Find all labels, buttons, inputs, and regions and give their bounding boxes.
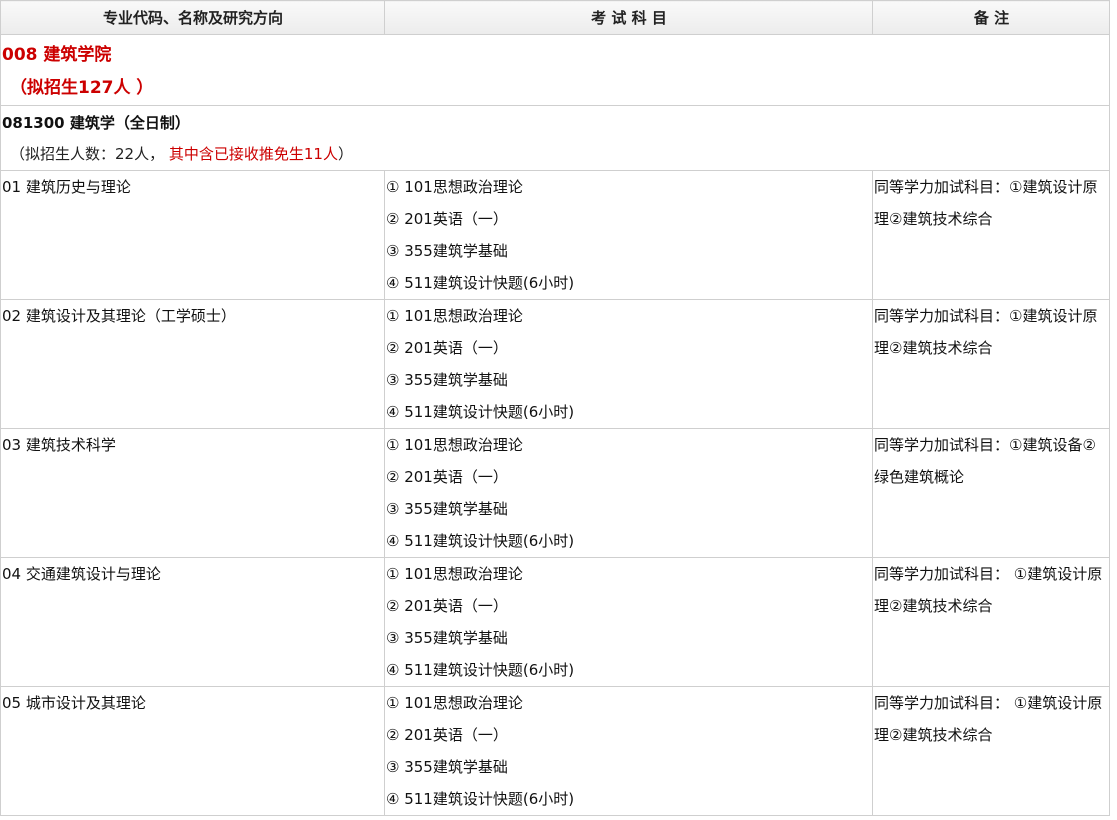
major-name: 081300 建筑学（全日制）: [2, 114, 190, 132]
header-major: 专业代码、名称及研究方向: [0, 0, 385, 35]
direction-name: 05 城市设计及其理论: [0, 686, 385, 816]
direction-subjects: ① 101思想政治理论 ② 201英语（一） ③ 355建筑学基础 ④ 511建…: [384, 428, 873, 558]
table-row: 02 建筑设计及其理论（工学硕士） ① 101思想政治理论 ② 201英语（一）…: [0, 299, 1110, 429]
direction-note: 同等学力加试科目： ①建筑设计原理②建筑技术综合: [872, 557, 1110, 687]
direction-note: 同等学力加试科目： ①建筑设计原理②建筑技术综合: [872, 686, 1110, 816]
direction-subjects: ① 101思想政治理论 ② 201英语（一） ③ 355建筑学基础 ④ 511建…: [384, 557, 873, 687]
subject-item: ① 101思想政治理论: [386, 436, 523, 454]
subject-item: ① 101思想政治理论: [386, 307, 523, 325]
subject-item: ② 201英语（一）: [386, 468, 508, 486]
table-row: 01 建筑历史与理论 ① 101思想政治理论 ② 201英语（一） ③ 355建…: [0, 170, 1110, 300]
subject-item: ① 101思想政治理论: [386, 694, 523, 712]
subject-item: ② 201英语（一）: [386, 210, 508, 228]
header-notes: 备 注: [872, 0, 1110, 35]
major-quota-suffix: ）: [337, 145, 353, 163]
subject-item: ③ 355建筑学基础: [386, 500, 508, 518]
subject-item: ④ 511建筑设计快题(6小时): [386, 532, 575, 550]
table-row: 05 城市设计及其理论 ① 101思想政治理论 ② 201英语（一） ③ 355…: [0, 686, 1110, 816]
subject-item: ③ 355建筑学基础: [386, 758, 508, 776]
table-row: 04 交通建筑设计与理论 ① 101思想政治理论 ② 201英语（一） ③ 35…: [0, 557, 1110, 687]
direction-subjects: ① 101思想政治理论 ② 201英语（一） ③ 355建筑学基础 ④ 511建…: [384, 299, 873, 429]
direction-name: 04 交通建筑设计与理论: [0, 557, 385, 687]
subject-item: ② 201英语（一）: [386, 339, 508, 357]
direction-note: 同等学力加试科目：①建筑设计原理②建筑技术综合: [872, 170, 1110, 300]
subject-item: ④ 511建筑设计快题(6小时): [386, 274, 575, 292]
department-quota: （拟招生127人 ）: [10, 78, 154, 98]
subject-item: ① 101思想政治理论: [386, 178, 523, 196]
direction-subjects: ① 101思想政治理论 ② 201英语（一） ③ 355建筑学基础 ④ 511建…: [384, 170, 873, 300]
subject-item: ② 201英语（一）: [386, 726, 508, 744]
subject-item: ③ 355建筑学基础: [386, 242, 508, 260]
department-name: 008 建筑学院: [2, 45, 112, 65]
department-cell: 008 建筑学院 （拟招生127人 ）: [0, 34, 1110, 106]
table-header-row: 专业代码、名称及研究方向 考 试 科 目 备 注: [0, 0, 1110, 35]
major-row: 081300 建筑学（全日制） （拟招生人数：22人， 其中含已接收推免生11人…: [0, 105, 1110, 171]
major-quota-prefix: （拟招生人数：22人，: [10, 145, 165, 163]
direction-subjects: ① 101思想政治理论 ② 201英语（一） ③ 355建筑学基础 ④ 511建…: [384, 686, 873, 816]
major-quota-highlight: 其中含已接收推免生11人: [168, 145, 338, 163]
direction-name: 01 建筑历史与理论: [0, 170, 385, 300]
subject-item: ④ 511建筑设计快题(6小时): [386, 661, 575, 679]
admissions-table: 专业代码、名称及研究方向 考 试 科 目 备 注 008 建筑学院 （拟招生12…: [0, 0, 1110, 816]
department-row: 008 建筑学院 （拟招生127人 ）: [0, 34, 1110, 106]
subject-item: ④ 511建筑设计快题(6小时): [386, 403, 575, 421]
table-row: 03 建筑技术科学 ① 101思想政治理论 ② 201英语（一） ③ 355建筑…: [0, 428, 1110, 558]
subject-item: ① 101思想政治理论: [386, 565, 523, 583]
major-quota: （拟招生人数：22人， 其中含已接收推免生11人）: [2, 134, 1109, 164]
subject-item: ② 201英语（一）: [386, 597, 508, 615]
direction-name: 02 建筑设计及其理论（工学硕士）: [0, 299, 385, 429]
major-cell: 081300 建筑学（全日制） （拟招生人数：22人， 其中含已接收推免生11人…: [0, 105, 1110, 171]
direction-note: 同等学力加试科目：①建筑设备②绿色建筑概论: [872, 428, 1110, 558]
subject-item: ③ 355建筑学基础: [386, 371, 508, 389]
subject-item: ④ 511建筑设计快题(6小时): [386, 790, 575, 808]
direction-note: 同等学力加试科目：①建筑设计原理②建筑技术综合: [872, 299, 1110, 429]
direction-name: 03 建筑技术科学: [0, 428, 385, 558]
subject-item: ③ 355建筑学基础: [386, 629, 508, 647]
header-subjects: 考 试 科 目: [384, 0, 873, 35]
